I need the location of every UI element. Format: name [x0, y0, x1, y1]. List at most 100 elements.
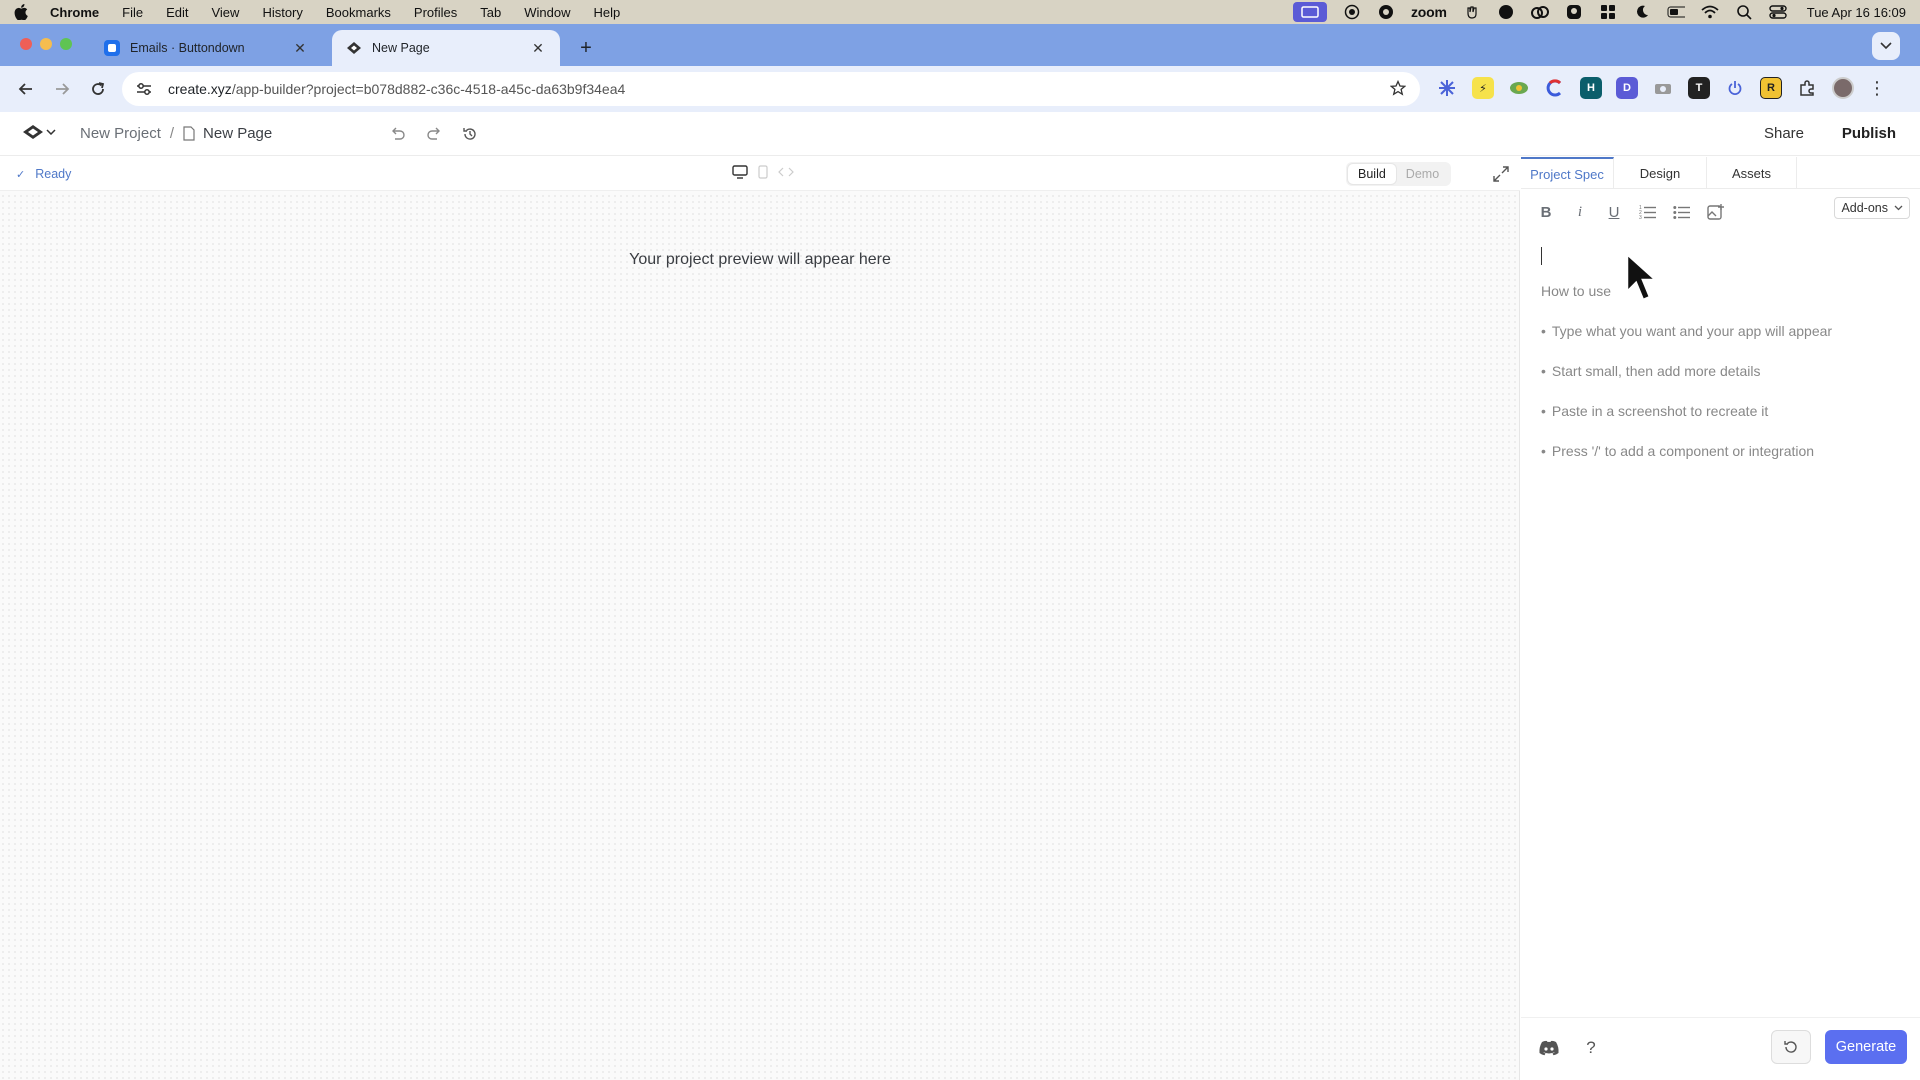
t-extension-icon[interactable]: T — [1688, 77, 1710, 99]
back-button[interactable] — [12, 75, 40, 103]
chrome-menu-icon[interactable]: ⋮ — [1868, 78, 1886, 99]
moon-icon[interactable] — [1633, 5, 1651, 19]
format-toolbar: B i U 123 — [1535, 201, 1727, 223]
expand-icon[interactable] — [1492, 165, 1510, 183]
wifi-icon[interactable] — [1701, 5, 1719, 19]
menu-app-name[interactable]: Chrome — [50, 5, 99, 20]
breadcrumb: New Project / New Page — [80, 125, 272, 142]
close-tab-icon[interactable]: ✕ — [530, 40, 546, 57]
app-header: New Project / New Page Share Publish — [0, 112, 1920, 156]
lightning-extension-icon[interactable]: ⚡ — [1472, 77, 1494, 99]
camera-extension-icon[interactable] — [1652, 77, 1674, 99]
breadcrumb-page[interactable]: New Page — [203, 125, 272, 142]
new-tab-button[interactable]: + — [574, 36, 598, 60]
minimize-window-icon[interactable] — [40, 38, 52, 50]
apple-icon[interactable] — [14, 4, 32, 20]
tab-title: New Page — [372, 41, 430, 55]
snowflake-extension-icon[interactable] — [1436, 77, 1458, 99]
extensions-row: ⚡ H D T R ⋮ — [1436, 77, 1886, 99]
preview-toolbar: ✓ Ready Build Demo — [0, 157, 1520, 191]
mouse-cursor-icon — [1625, 252, 1659, 302]
mobile-view-icon[interactable] — [758, 165, 768, 179]
reload-button[interactable] — [84, 75, 112, 103]
generate-button[interactable]: Generate — [1825, 1030, 1907, 1064]
help-button[interactable]: ? — [1579, 1036, 1603, 1060]
undo-icon[interactable] — [388, 124, 408, 144]
regenerate-icon[interactable] — [1771, 1030, 1811, 1064]
c-extension-icon[interactable] — [1544, 77, 1566, 99]
tab-emails-buttondown[interactable]: Emails · Buttondown ✕ — [90, 30, 322, 66]
h-extension-icon[interactable]: H — [1580, 77, 1602, 99]
italic-icon[interactable]: i — [1569, 201, 1591, 223]
device-toggle — [732, 165, 794, 179]
d-extension-icon[interactable]: D — [1616, 77, 1638, 99]
record-icon[interactable] — [1343, 4, 1361, 20]
menu-help[interactable]: Help — [594, 5, 621, 20]
breadcrumb-project[interactable]: New Project — [80, 125, 161, 142]
profile-avatar[interactable] — [1832, 77, 1854, 99]
tip-item: • Paste in a screenshot to recreate it — [1541, 403, 1769, 419]
version-history-icon[interactable] — [460, 124, 480, 144]
bookmark-star-icon[interactable] — [1389, 79, 1407, 99]
tab-title: Emails · Buttondown — [130, 41, 245, 55]
tab-design[interactable]: Design — [1614, 157, 1707, 189]
zoom-app-label[interactable]: zoom — [1411, 4, 1447, 20]
grid-app-icon[interactable] — [1599, 5, 1617, 19]
tab-new-page[interactable]: New Page ✕ — [332, 30, 560, 66]
check-icon: ✓ — [16, 168, 26, 181]
target-icon[interactable] — [1377, 5, 1395, 19]
close-tab-icon[interactable]: ✕ — [292, 40, 308, 57]
menu-window[interactable]: Window — [524, 5, 570, 20]
menu-tab[interactable]: Tab — [480, 5, 501, 20]
control-center-icon[interactable] — [1769, 5, 1787, 19]
demo-mode-button[interactable]: Demo — [1396, 164, 1449, 184]
discord-icon[interactable] — [1537, 1036, 1561, 1060]
bold-icon[interactable]: B — [1535, 201, 1557, 223]
redo-icon[interactable] — [424, 124, 444, 144]
spec-editor[interactable]: How to use • Type what you want and your … — [1541, 247, 1901, 483]
spotlight-search-icon[interactable] — [1735, 5, 1753, 20]
breadcrumb-separator: / — [169, 125, 175, 142]
desktop-view-icon[interactable] — [732, 165, 748, 179]
menu-bookmarks[interactable]: Bookmarks — [326, 5, 391, 20]
spec-panel: Project Spec Design Assets B i U 123 Add… — [1521, 157, 1920, 1080]
r-extension-icon[interactable]: R — [1760, 77, 1782, 99]
p-app-icon[interactable] — [1565, 5, 1583, 19]
close-window-icon[interactable] — [20, 38, 32, 50]
menubar-clock[interactable]: Tue Apr 16 16:09 — [1807, 5, 1906, 20]
numbered-list-icon[interactable]: 123 — [1637, 201, 1659, 223]
menu-edit[interactable]: Edit — [166, 5, 188, 20]
dark-circle-icon[interactable] — [1497, 5, 1515, 19]
hand-icon[interactable] — [1463, 5, 1481, 19]
publish-button[interactable]: Publish — [1842, 125, 1896, 142]
status-label: Ready — [35, 167, 72, 181]
address-bar[interactable]: create.xyz/app-builder?project=b078d882-… — [122, 72, 1420, 106]
build-status: ✓ Ready — [16, 167, 71, 181]
site-settings-icon[interactable] — [136, 82, 154, 96]
menu-history[interactable]: History — [262, 5, 302, 20]
add-image-icon[interactable] — [1705, 201, 1727, 223]
creative-cloud-icon[interactable] — [1530, 5, 1549, 19]
maximize-window-icon[interactable] — [60, 38, 72, 50]
menu-file[interactable]: File — [122, 5, 143, 20]
underline-icon[interactable]: U — [1603, 201, 1625, 223]
app-logo-menu[interactable] — [22, 124, 56, 140]
tab-search-button[interactable] — [1872, 32, 1900, 60]
forward-button[interactable] — [48, 75, 76, 103]
tab-project-spec[interactable]: Project Spec — [1521, 157, 1614, 189]
preview-canvas: ✓ Ready Build Demo Your project preview … — [0, 157, 1520, 1080]
addons-dropdown[interactable]: Add-ons — [1834, 197, 1910, 219]
screen-share-icon[interactable] — [1292, 2, 1327, 22]
battery-icon[interactable] — [1667, 5, 1685, 19]
puzzle-extensions-icon[interactable] — [1796, 77, 1818, 99]
menu-profiles[interactable]: Profiles — [414, 5, 457, 20]
buttondown-icon — [104, 40, 120, 56]
bullet-list-icon[interactable] — [1671, 201, 1693, 223]
green-extension-icon[interactable] — [1508, 77, 1530, 99]
code-view-icon[interactable] — [778, 166, 794, 178]
tab-assets[interactable]: Assets — [1707, 157, 1797, 189]
build-mode-button[interactable]: Build — [1348, 164, 1396, 184]
power-extension-icon[interactable] — [1724, 77, 1746, 99]
menu-view[interactable]: View — [211, 5, 239, 20]
share-button[interactable]: Share — [1764, 125, 1804, 142]
